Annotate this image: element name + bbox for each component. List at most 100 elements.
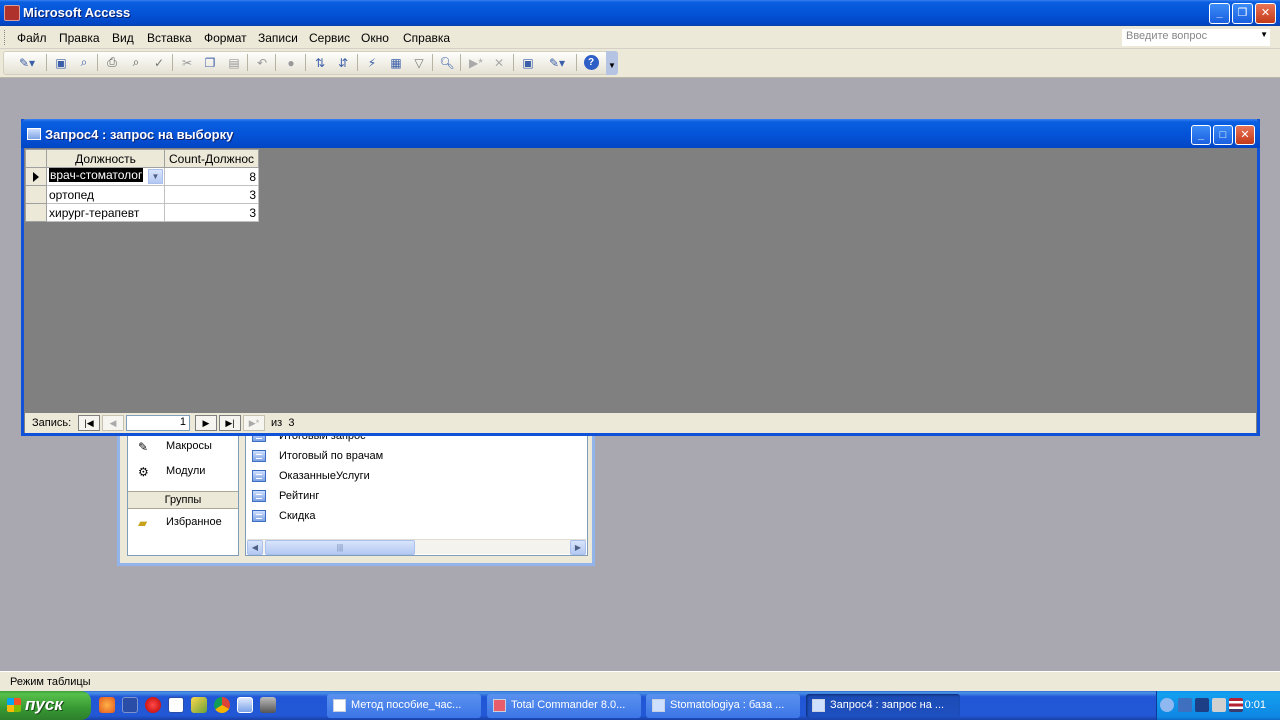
view-icon[interactable]: ✎▾: [12, 54, 42, 71]
opera-icon[interactable]: [145, 697, 161, 713]
query-icon: [252, 470, 266, 482]
query-window: Запрос4 : запрос на выборку _ □ ✕ Должно…: [21, 119, 1260, 436]
cut-icon[interactable]: ✂: [178, 54, 196, 71]
menu-grip[interactable]: [4, 30, 7, 45]
database-toolbar: ✎▾ ▣ ⌕ ⎙ ⌕ ✓ ✂ ❐ ▤ ↶ ● ⇅ ⇵ ⚡ ▦ ▽ 🔍︎ ▶* ✕…: [0, 49, 1280, 78]
position-cell[interactable]: ортопед: [46, 185, 165, 204]
app-minimize-button[interactable]: _: [1209, 3, 1230, 24]
new-object-icon[interactable]: ✎▾: [542, 54, 572, 71]
help-icon[interactable]: ?: [582, 54, 600, 71]
sort-ascending-icon[interactable]: ⇅: [311, 54, 329, 71]
horizontal-scrollbar[interactable]: ◀ ||| ▶: [247, 539, 586, 555]
firefox-icon[interactable]: [99, 697, 115, 713]
menu-records[interactable]: Записи: [258, 31, 298, 45]
filter-by-form-icon[interactable]: ▦: [387, 54, 405, 71]
search-file-icon[interactable]: ⌕: [75, 54, 93, 71]
monitor-icon[interactable]: [1195, 698, 1209, 712]
menu-insert[interactable]: Вставка: [147, 31, 192, 45]
menu-tools[interactable]: Сервис: [309, 31, 350, 45]
box-icon[interactable]: [260, 697, 276, 713]
chevron-down-icon[interactable]: ▼: [1260, 30, 1268, 39]
taskbar-item-query[interactable]: Запрос4 : запрос на ...: [806, 694, 960, 718]
volume-icon[interactable]: [1212, 698, 1226, 712]
query-minimize-button[interactable]: _: [1191, 125, 1211, 145]
record-label: Запись:: [32, 417, 72, 429]
count-cell[interactable]: 3: [164, 203, 259, 222]
scrollbar-thumb[interactable]: |||: [265, 540, 415, 555]
query-window-title-bar[interactable]: Запрос4 : запрос на выборку _ □ ✕: [21, 119, 1260, 148]
toolbar-separator: [357, 54, 358, 71]
count-cell[interactable]: 8: [164, 167, 259, 186]
paint-icon[interactable]: [191, 697, 207, 713]
last-record-button[interactable]: ▶|: [219, 415, 241, 431]
print-preview-icon[interactable]: ⌕: [127, 54, 145, 71]
paste-icon[interactable]: ▤: [225, 54, 243, 71]
select-all-corner[interactable]: [25, 149, 47, 168]
clock[interactable]: 0:01: [1245, 699, 1266, 711]
system-tray: 0:01: [1156, 691, 1280, 720]
copy-icon[interactable]: ❐: [201, 54, 219, 71]
find-icon[interactable]: 🔍︎: [438, 54, 456, 71]
new-record-button[interactable]: ▶*: [243, 415, 265, 431]
taskbar-item-total-commander[interactable]: Total Commander 8.0...: [487, 694, 641, 718]
app-close-button[interactable]: ✕: [1255, 3, 1276, 24]
app-restore-button[interactable]: ❐: [1232, 3, 1253, 24]
window-switcher-icon[interactable]: [237, 697, 253, 713]
row-selector[interactable]: [25, 203, 47, 222]
position-cell[interactable]: хирург-терапевт: [46, 203, 165, 222]
chrome-icon[interactable]: [214, 697, 230, 713]
total-commander-icon: [493, 699, 506, 712]
toolbar-separator: [576, 54, 577, 71]
save-icon[interactable]: ▣: [52, 54, 70, 71]
table-row: врач-стоматолог ▼ 8: [25, 167, 259, 186]
menu-file[interactable]: Файл: [17, 31, 47, 45]
scroll-right-icon[interactable]: ▶: [570, 540, 586, 555]
undo-icon[interactable]: ↶: [253, 54, 271, 71]
menu-format[interactable]: Формат: [204, 31, 247, 45]
next-record-button[interactable]: ▶: [195, 415, 217, 431]
db-group-favorites[interactable]: ▰ Избранное: [128, 513, 238, 533]
taskbar-item-word-doc[interactable]: Метод пособие_час...: [327, 694, 481, 718]
language-flag-icon[interactable]: [1229, 698, 1243, 712]
menu-help[interactable]: Справка: [403, 31, 450, 45]
query-close-button[interactable]: ✕: [1235, 125, 1255, 145]
column-header-position[interactable]: Должность: [46, 149, 165, 168]
menu-view[interactable]: Вид: [112, 31, 134, 45]
ask-question-box[interactable]: Введите вопрос ▼: [1122, 29, 1270, 46]
tray-expand-icon[interactable]: [1160, 698, 1174, 712]
taskbar-item-database[interactable]: Stomatologiya : база ...: [646, 694, 800, 718]
current-record-field[interactable]: 1: [126, 415, 190, 431]
toolbar-options-chevron[interactable]: ▼: [606, 51, 618, 75]
db-objects-macros[interactable]: ✎ Макросы: [128, 437, 238, 457]
db-objects-bar: ✎ Макросы ⚙ Модули Группы ▰ Избранное: [127, 434, 239, 556]
filter-by-selection-icon[interactable]: ⚡: [363, 54, 381, 71]
start-button[interactable]: пуск: [0, 691, 91, 720]
menu-edit[interactable]: Правка: [59, 31, 100, 45]
previous-record-button[interactable]: ◀: [102, 415, 124, 431]
record-navigation-bar: Запись: |◀ ◀ 1 ▶ ▶| ▶* из 3: [25, 413, 1256, 433]
query-maximize-button[interactable]: □: [1213, 125, 1233, 145]
groups-header[interactable]: Группы: [128, 491, 238, 509]
network-icon[interactable]: [1178, 698, 1192, 712]
apply-filter-icon[interactable]: ▽: [410, 54, 428, 71]
database-window-icon[interactable]: ▣: [519, 54, 537, 71]
count-cell[interactable]: 3: [164, 185, 259, 204]
scroll-left-icon[interactable]: ◀: [247, 540, 263, 555]
menu-window[interactable]: Окно: [361, 31, 389, 45]
db-objects-modules[interactable]: ⚙ Модули: [128, 462, 238, 482]
print-icon[interactable]: ⎙: [103, 54, 121, 71]
first-record-button[interactable]: |◀: [78, 415, 100, 431]
chevron-down-icon[interactable]: ▼: [148, 169, 163, 184]
sort-descending-icon[interactable]: ⇵: [334, 54, 352, 71]
access-app-icon[interactable]: [4, 5, 20, 21]
insert-hyperlink-icon[interactable]: ●: [282, 54, 300, 71]
position-cell[interactable]: врач-стоматолог ▼: [46, 167, 165, 186]
word-icon[interactable]: [168, 697, 184, 713]
column-header-count[interactable]: Count-Должнос: [164, 149, 259, 168]
row-selector[interactable]: [25, 185, 47, 204]
spelling-icon[interactable]: ✓: [150, 54, 168, 71]
delete-record-icon[interactable]: ✕: [490, 54, 508, 71]
new-record-icon[interactable]: ▶*: [467, 54, 485, 71]
row-selector[interactable]: [25, 167, 47, 186]
save-icon[interactable]: [122, 697, 138, 713]
